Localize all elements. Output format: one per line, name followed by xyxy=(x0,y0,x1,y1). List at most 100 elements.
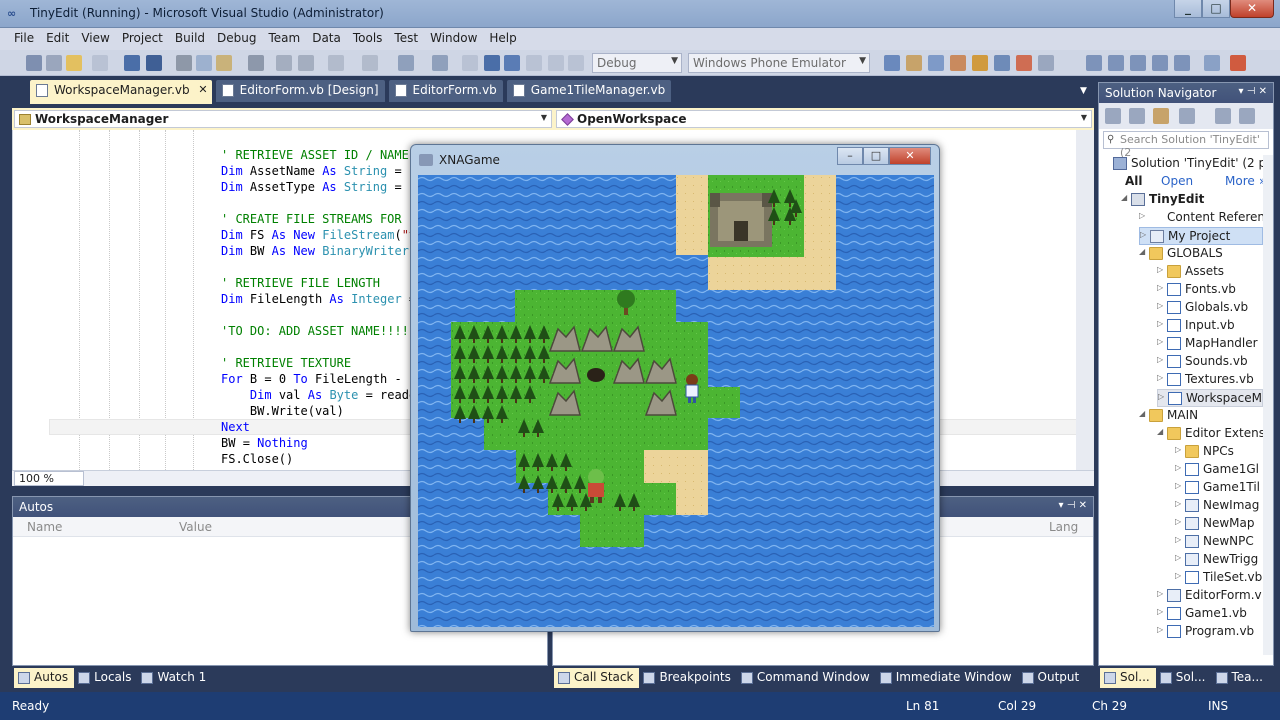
tree-node-game1-vb[interactable]: ▷ Game1.vb xyxy=(1157,605,1263,623)
maximize-button[interactable]: □ xyxy=(1202,0,1230,18)
open-file-icon[interactable] xyxy=(66,55,82,71)
tree-node-newtrigg[interactable]: ▷ NewTrigg xyxy=(1175,551,1263,569)
tab-locals[interactable]: Locals xyxy=(74,668,137,688)
minimize-button[interactable]: _ xyxy=(1174,0,1202,18)
solution-config-dropdown[interactable]: Debug ▼ xyxy=(592,53,682,73)
step-over-icon[interactable] xyxy=(568,55,584,71)
pause-icon[interactable] xyxy=(484,55,500,71)
uncomment-icon[interactable] xyxy=(298,55,314,71)
column-value[interactable]: Value xyxy=(179,520,212,534)
filter-all[interactable]: All xyxy=(1125,174,1143,188)
filter-open[interactable]: Open xyxy=(1161,174,1193,188)
expand-arrow-icon[interactable]: ▷ xyxy=(1157,625,1163,634)
solution-explorer-icon[interactable] xyxy=(906,55,922,71)
expand-arrow-icon[interactable]: ▷ xyxy=(1157,319,1163,328)
expand-arrow-icon[interactable]: ▷ xyxy=(1175,553,1181,562)
expand-arrow-icon[interactable]: ▷ xyxy=(1157,265,1163,274)
sync-icon[interactable] xyxy=(1129,108,1145,124)
toolbox-icon[interactable] xyxy=(972,55,988,71)
expand-arrow-icon[interactable]: ▷ xyxy=(1157,283,1163,292)
expand-arrow-icon[interactable]: ▷ xyxy=(1157,355,1163,364)
column-language[interactable]: Lang xyxy=(1049,520,1078,534)
close-button[interactable]: ✕ xyxy=(1230,0,1274,18)
find-in-files-icon[interactable] xyxy=(884,55,900,71)
tree-node-textures-vb[interactable]: ▷ Textures.vb xyxy=(1157,371,1263,389)
panel-buttons[interactable]: ▾ ⊣ ✕ xyxy=(1239,86,1267,97)
expand-arrow-icon[interactable]: ▷ xyxy=(1157,337,1163,346)
save-all-icon[interactable] xyxy=(146,55,162,71)
expand-arrow-icon[interactable]: ◢ xyxy=(1139,409,1145,418)
add-icon[interactable] xyxy=(92,55,108,71)
add-item-icon[interactable] xyxy=(46,55,62,71)
expand-arrow-icon[interactable]: ◢ xyxy=(1157,427,1163,436)
navigate-icon[interactable] xyxy=(398,55,414,71)
tab-immediate-window[interactable]: Immediate Window xyxy=(876,668,1018,688)
cut-icon[interactable] xyxy=(176,55,192,71)
new-project-icon[interactable] xyxy=(26,55,42,71)
tree-node-tinyedit[interactable]: ◢ TinyEdit xyxy=(1121,191,1263,209)
solution-tree-scrollbar[interactable] xyxy=(1263,155,1273,655)
tree-node-maphandler[interactable]: ▷ MapHandler xyxy=(1157,335,1263,353)
tree-node-globals-vb[interactable]: ▷ Globals.vb xyxy=(1157,299,1263,317)
expand-arrow-icon[interactable]: ▷ xyxy=(1157,301,1163,310)
expand-arrow-icon[interactable]: ▷ xyxy=(1157,373,1163,382)
flag-threads-icon[interactable] xyxy=(1152,55,1168,71)
extension-manager-icon[interactable] xyxy=(1016,55,1032,71)
navigate-forward-icon[interactable] xyxy=(432,55,448,71)
tree-node-game1til[interactable]: ▷ Game1Til xyxy=(1175,479,1263,497)
command-window-icon[interactable] xyxy=(1038,55,1054,71)
expand-arrow-icon[interactable]: ◢ xyxy=(1121,193,1127,202)
tab-editorform-vb-design[interactable]: EditorForm.vb [Design] xyxy=(215,80,385,102)
expand-arrow-icon[interactable]: ▷ xyxy=(1175,517,1181,526)
editor-vertical-scrollbar[interactable] xyxy=(1076,130,1094,470)
tree-node-sounds-vb[interactable]: ▷ Sounds.vb xyxy=(1157,353,1263,371)
expand-arrow-icon[interactable]: ▷ xyxy=(1158,392,1164,401)
game-close-button[interactable]: ✕ xyxy=(889,147,931,165)
menu-view[interactable]: View xyxy=(75,28,115,50)
tree-node-content-referen[interactable]: ▷ Content Referen xyxy=(1139,209,1263,227)
tree-node-newnpc[interactable]: ▷ NewNPC xyxy=(1175,533,1263,551)
stack-frame-icon[interactable] xyxy=(1130,55,1146,71)
tree-node-newimag[interactable]: ▷ NewImag xyxy=(1175,497,1263,515)
menu-build[interactable]: Build xyxy=(169,28,211,50)
expand-arrow-icon[interactable]: ▷ xyxy=(1175,481,1181,490)
threads-icon[interactable] xyxy=(1108,55,1124,71)
comment-icon[interactable] xyxy=(276,55,292,71)
tab-tea[interactable]: Tea... xyxy=(1212,668,1269,688)
zoom-dropdown[interactable]: 100 % xyxy=(14,471,84,486)
redo-icon[interactable] xyxy=(362,55,378,71)
tree-node-workspacem[interactable]: ▷ WorkspaceM xyxy=(1157,389,1263,407)
tree-node-game1gl[interactable]: ▷ Game1Gl xyxy=(1175,461,1263,479)
tab-sol[interactable]: Sol... xyxy=(1100,668,1156,688)
menu-edit[interactable]: Edit xyxy=(40,28,75,50)
tools-icon[interactable] xyxy=(1204,55,1220,71)
tree-node-npcs[interactable]: ▷ NPCs xyxy=(1175,443,1263,461)
filter-more[interactable]: More xyxy=(1225,174,1255,188)
expand-arrow-icon[interactable]: ▷ xyxy=(1157,589,1163,598)
tab-watch-1[interactable]: Watch 1 xyxy=(137,668,212,688)
tree-node-globals[interactable]: ◢ GLOBALS xyxy=(1139,245,1263,263)
expand-arrow-icon[interactable]: ▷ xyxy=(1175,535,1181,544)
game-map-canvas[interactable] xyxy=(418,175,934,627)
tree-node-newmap[interactable]: ▷ NewMap xyxy=(1175,515,1263,533)
step-into-icon[interactable] xyxy=(548,55,564,71)
add-in-icon[interactable] xyxy=(1230,55,1246,71)
paste-icon[interactable] xyxy=(216,55,232,71)
tab-workspacemanager-vb[interactable]: WorkspaceManager.vb ✕ xyxy=(30,80,212,104)
tab-command-window[interactable]: Command Window xyxy=(737,668,876,688)
tree-node-program-vb[interactable]: ▷ Program.vb xyxy=(1157,623,1263,641)
collapse-all-icon[interactable] xyxy=(1105,108,1121,124)
expand-arrow-icon[interactable]: ▷ xyxy=(1139,211,1145,220)
tree-node-my-project[interactable]: ▷ My Project xyxy=(1139,227,1263,245)
tab-output[interactable]: Output xyxy=(1018,668,1086,688)
tab-breakpoints[interactable]: Breakpoints xyxy=(639,668,736,688)
expand-arrow-icon[interactable]: ▷ xyxy=(1140,230,1146,239)
tab-sol[interactable]: Sol... xyxy=(1156,668,1212,688)
expand-arrow-icon[interactable]: ▷ xyxy=(1175,499,1181,508)
expand-arrow-icon[interactable]: ▷ xyxy=(1175,463,1181,472)
view-code-icon[interactable] xyxy=(1239,108,1255,124)
start-page-icon[interactable] xyxy=(994,55,1010,71)
tab-call-stack[interactable]: Call Stack xyxy=(554,668,640,688)
properties-icon[interactable] xyxy=(1215,108,1231,124)
copy-icon[interactable] xyxy=(196,55,212,71)
